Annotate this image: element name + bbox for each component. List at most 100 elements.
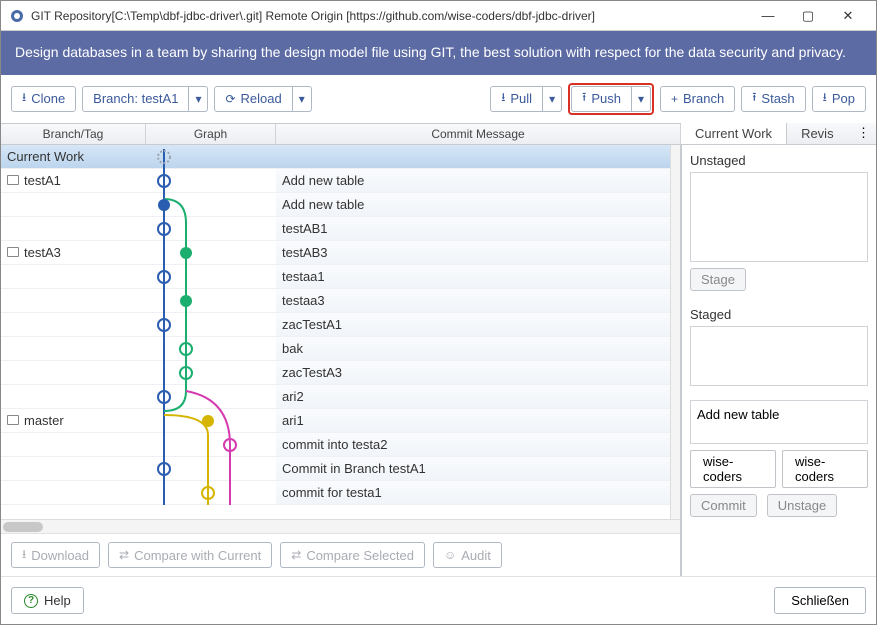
reload-icon: ⟳ [225, 92, 235, 106]
window-title: GIT Repository[C:\Temp\dbf-jdbc-driver\.… [31, 9, 748, 23]
graph-cell [146, 384, 276, 408]
maximize-button[interactable]: ▢ [788, 1, 828, 31]
graph-cell [146, 408, 276, 432]
message-cell: Add new table [276, 169, 670, 192]
title-bar: GIT Repository[C:\Temp\dbf-jdbc-driver\.… [1, 1, 876, 31]
message-cell: Add new table [276, 193, 670, 216]
reload-dropdown[interactable]: ▾ [293, 86, 312, 112]
compare-icon: ⇄ [119, 548, 129, 562]
upload-icon: ⭱ [752, 88, 756, 109]
monitor-icon [7, 415, 19, 425]
message-cell [276, 145, 670, 168]
message-cell: ari1 [276, 409, 670, 432]
upload-icon: ⭱ [582, 88, 586, 109]
branch-button[interactable]: +Branch [660, 86, 735, 112]
unstaged-label: Unstaged [690, 153, 868, 168]
clone-button[interactable]: ⭳Clone [11, 86, 76, 112]
message-cell: commit into testa2 [276, 433, 670, 456]
download-icon: ⭳ [22, 545, 26, 566]
commit-row[interactable]: masterari1 [1, 409, 670, 433]
download-button[interactable]: ⭳Download [11, 542, 100, 568]
commit-row[interactable]: Current Work [1, 145, 670, 169]
branch-selector-dropdown[interactable]: ▾ [189, 86, 208, 112]
push-button[interactable]: ⭱Push [571, 86, 632, 112]
unstage-button[interactable]: Unstage [767, 494, 837, 517]
staged-list[interactable] [690, 326, 868, 386]
graph-cell [146, 288, 276, 312]
user-icon: ☺ [444, 548, 456, 562]
commit-grid-header: Branch/Tag Graph Commit Message [1, 123, 681, 145]
message-cell: zacTestA1 [276, 313, 670, 336]
message-cell: commit for testa1 [276, 481, 670, 504]
audit-button[interactable]: ☺Audit [433, 542, 502, 568]
reload-button[interactable]: ⟳Reload [214, 86, 292, 112]
commit-message-input[interactable]: Add new table [690, 400, 868, 444]
commit-row[interactable]: zacTestA3 [1, 361, 670, 385]
graph-cell [146, 145, 276, 169]
close-button[interactable]: Schließen [774, 587, 866, 614]
commit-row[interactable]: commit for testa1 [1, 481, 670, 505]
monitor-icon [7, 247, 19, 257]
branch-cell: testA3 [1, 245, 146, 260]
committer-field[interactable]: wise-coders [782, 450, 868, 488]
dialog-footer: ?Help Schließen [1, 576, 876, 624]
download-icon: ⭳ [823, 88, 827, 109]
commit-row[interactable]: testAB1 [1, 217, 670, 241]
message-cell: ari2 [276, 385, 670, 408]
stage-button[interactable]: Stage [690, 268, 746, 291]
graph-cell [146, 456, 276, 480]
download-icon: ⭳ [22, 88, 26, 109]
message-cell: zacTestA3 [276, 361, 670, 384]
message-cell: bak [276, 337, 670, 360]
commit-row[interactable]: commit into testa2 [1, 433, 670, 457]
right-panel-tabs: Current Work Revis ⋮ [681, 123, 876, 145]
branch-selector[interactable]: Branch: testA1 [82, 86, 189, 112]
pull-dropdown[interactable]: ▾ [543, 86, 562, 112]
commit-list[interactable]: Current WorktestA1Add new tableAdd new t… [1, 145, 670, 519]
graph-cell [146, 240, 276, 264]
header-graph[interactable]: Graph [146, 124, 276, 144]
commit-row[interactable]: testA1Add new table [1, 169, 670, 193]
compare-selected-button[interactable]: ⇄Compare Selected [280, 542, 425, 568]
header-branch[interactable]: Branch/Tag [1, 124, 146, 144]
compare-current-button[interactable]: ⇄Compare with Current [108, 542, 272, 568]
horizontal-scrollbar[interactable] [1, 519, 680, 533]
commit-row[interactable]: ari2 [1, 385, 670, 409]
minimize-button[interactable]: — [748, 1, 788, 31]
help-button[interactable]: ?Help [11, 587, 84, 614]
main-toolbar: ⭳Clone Branch: testA1 ▾ ⟳Reload ▾ ⭳Pull … [1, 75, 876, 123]
pull-button[interactable]: ⭳Pull [490, 86, 543, 112]
message-cell: testaa3 [276, 289, 670, 312]
chevron-down-icon: ▾ [549, 92, 555, 106]
close-window-button[interactable]: ✕ [828, 1, 868, 31]
graph-cell [146, 168, 276, 192]
commit-row[interactable]: bak [1, 337, 670, 361]
tab-menu-icon[interactable]: ⋮ [851, 125, 876, 141]
staged-label: Staged [690, 307, 868, 322]
header-message[interactable]: Commit Message [276, 124, 681, 144]
commit-button[interactable]: Commit [690, 494, 757, 517]
plus-icon: + [671, 92, 678, 106]
commit-row[interactable]: Commit in Branch testA1 [1, 457, 670, 481]
commit-row[interactable]: testaa1 [1, 265, 670, 289]
chevron-down-icon: ▾ [195, 92, 201, 106]
commit-row[interactable]: Add new table [1, 193, 670, 217]
chevron-down-icon: ▾ [638, 92, 644, 106]
unstaged-list[interactable] [690, 172, 868, 262]
commit-row[interactable]: testaa3 [1, 289, 670, 313]
commit-row[interactable]: zacTestA1 [1, 313, 670, 337]
vertical-scrollbar[interactable] [670, 145, 680, 519]
info-banner: Design databases in a team by sharing th… [1, 31, 876, 75]
secondary-toolbar: ⭳Download ⇄Compare with Current ⇄Compare… [1, 533, 680, 576]
author-field[interactable]: wise-coders [690, 450, 776, 488]
tab-current-work[interactable]: Current Work [681, 123, 787, 144]
graph-cell [146, 312, 276, 336]
graph-cell [146, 192, 276, 216]
pop-button[interactable]: ⭳Pop [812, 86, 866, 112]
stash-button[interactable]: ⭱Stash [741, 86, 805, 112]
push-highlight: ⭱Push ▾ [568, 83, 654, 115]
tab-revisions[interactable]: Revis [787, 123, 848, 144]
push-dropdown[interactable]: ▾ [632, 86, 651, 112]
graph-cell [146, 264, 276, 288]
commit-row[interactable]: testA3testAB3 [1, 241, 670, 265]
